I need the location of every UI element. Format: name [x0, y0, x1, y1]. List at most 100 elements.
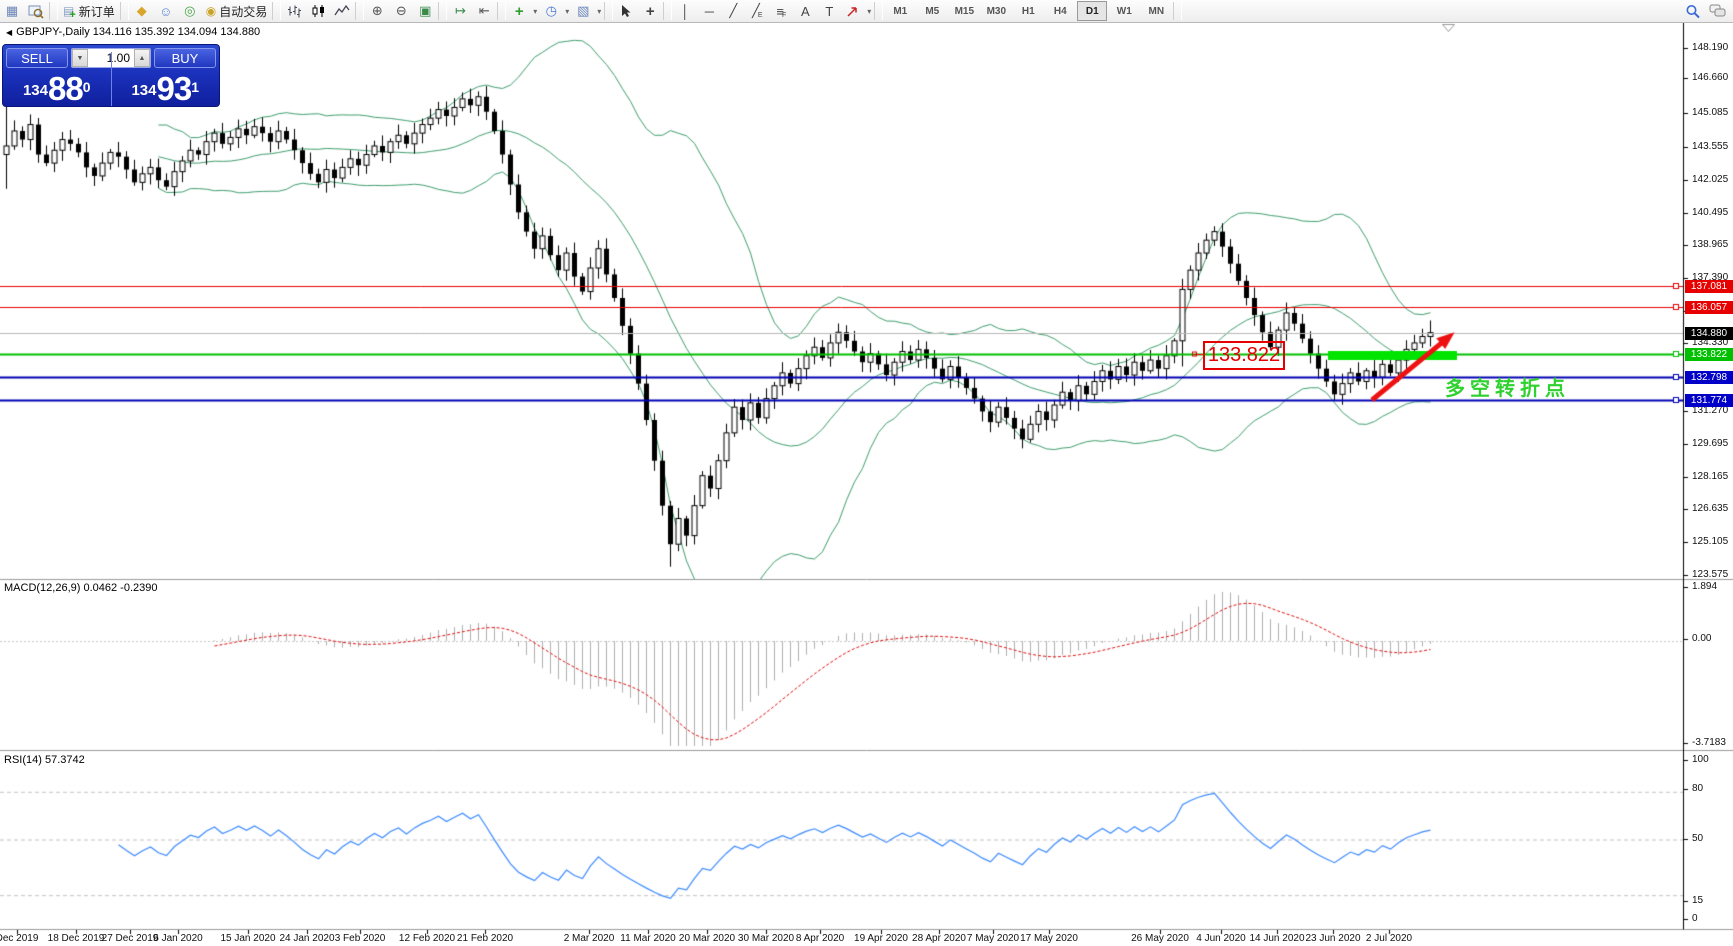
- line-chart-icon[interactable]: [330, 1, 354, 21]
- tile-windows-icon[interactable]: ▣: [413, 1, 437, 21]
- sell-price-pip: 0: [83, 70, 91, 104]
- fibonacci-icon[interactable]: ≡F: [769, 1, 793, 21]
- date-tick-label: 28 Apr 2020: [912, 933, 966, 944]
- crosshair-icon[interactable]: +: [638, 1, 662, 21]
- date-tick-label: 17 May 2020: [1020, 933, 1078, 944]
- chart-canvas[interactable]: [0, 0, 1733, 946]
- shapes-icon[interactable]: [841, 1, 865, 21]
- channel-icon[interactable]: ╱E: [745, 1, 769, 21]
- toolbar-separator: [1173, 2, 1182, 20]
- new-order-button[interactable]: ▤+新订单: [59, 1, 119, 21]
- toolbar-separator: [355, 2, 364, 20]
- period-icon[interactable]: ◷: [539, 1, 563, 21]
- text-label-icon[interactable]: T: [817, 1, 841, 21]
- sell-button[interactable]: SELL: [6, 48, 68, 68]
- buy-price-figure: 134: [131, 78, 156, 104]
- chart-title-text: GBPJPY-,Daily 134.116 135.392 134.094 13…: [16, 26, 260, 38]
- timeframe-m30-button[interactable]: M30: [981, 1, 1011, 21]
- buy-price-pip: 1: [191, 70, 199, 104]
- search-icon[interactable]: [1681, 1, 1705, 21]
- timeframe-h1-button[interactable]: H1: [1013, 1, 1043, 21]
- toolbar-separator: [663, 2, 672, 20]
- toolbar-separator: [120, 2, 129, 20]
- price-callout[interactable]: 133.822: [1203, 341, 1285, 370]
- shapes-dropdown-caret[interactable]: ▾: [865, 7, 873, 16]
- candlestick-chart-icon[interactable]: [306, 1, 330, 21]
- macd-label: MACD(12,26,9) 0.0462 -0.2390: [4, 582, 157, 594]
- date-tick-label: 30 Mar 2020: [738, 933, 794, 944]
- chart-window-icon[interactable]: ▦: [0, 1, 24, 21]
- vertical-line-icon[interactable]: │: [673, 1, 697, 21]
- rsi-label: RSI(14) 57.3742: [4, 754, 85, 766]
- date-tick-label: 18 Dec 2019: [48, 933, 105, 944]
- date-tick-label: 11 Mar 2020: [620, 933, 675, 944]
- add-indicator-dropdown-caret[interactable]: ▾: [531, 7, 539, 16]
- buy-button[interactable]: BUY: [154, 48, 216, 68]
- timeframe-m1-button[interactable]: M1: [885, 1, 915, 21]
- auto-scroll-icon[interactable]: ↦: [448, 1, 472, 21]
- text-icon[interactable]: A: [793, 1, 817, 21]
- volume-down-button[interactable]: ▼: [72, 49, 88, 67]
- trendline-icon[interactable]: ╱: [721, 1, 745, 21]
- mt4-window: ▦▤+新订单◆☺◎◉自动交易⊕⊖▣↦⇤+▾◷▾▧▾+│─╱╱E≡FAT▾M1M5…: [0, 0, 1733, 946]
- timeframe-d1-button[interactable]: D1: [1077, 1, 1107, 21]
- date-tick-label: Dec 2019: [0, 933, 38, 944]
- one-click-trade-panel: SELL ▼ ▲ BUY 134 88 0 134 93 1: [2, 44, 220, 107]
- timeframe-m5-button[interactable]: M5: [917, 1, 947, 21]
- metaeditor-icon[interactable]: ◆: [130, 1, 154, 21]
- volume-up-button[interactable]: ▲: [134, 49, 150, 67]
- chart-shift-icon[interactable]: ⇤: [472, 1, 496, 21]
- date-tick-label: 8 Apr 2020: [796, 933, 844, 944]
- template-icon[interactable]: ▧: [571, 1, 595, 21]
- timeframe-mn-button[interactable]: MN: [1141, 1, 1171, 21]
- chat-icon[interactable]: [1705, 1, 1729, 21]
- date-tick-label: 26 May 2020: [1131, 933, 1189, 944]
- toolbar-separator: [49, 2, 58, 20]
- date-tick-label: 14 Jun 2020: [1249, 933, 1304, 944]
- date-tick-label: 20 Mar 2020: [679, 933, 735, 944]
- sell-price-big: 88: [48, 74, 83, 104]
- new-order-label: 新订单: [79, 3, 115, 20]
- date-tick-label: 2 Mar 2020: [564, 933, 615, 944]
- chart-preview-icon[interactable]: [24, 1, 48, 21]
- date-tick-label: 24 Jan 2020: [279, 933, 334, 944]
- zoom-out-icon[interactable]: ⊖: [389, 1, 413, 21]
- date-tick-label: 6 Jan 2020: [153, 933, 203, 944]
- chart-title: ◀GBPJPY-,Daily 134.116 135.392 134.094 1…: [6, 26, 260, 38]
- annotation-text[interactable]: 多空转折点: [1445, 372, 1570, 401]
- date-tick-label: 12 Feb 2020: [399, 933, 455, 944]
- horizontal-line-icon[interactable]: ─: [697, 1, 721, 21]
- sell-price-figure: 134: [23, 78, 48, 104]
- date-tick-label: 27 Dec 2019: [102, 933, 159, 944]
- toolbar-separator: [604, 2, 613, 20]
- zoom-in-icon[interactable]: ⊕: [365, 1, 389, 21]
- add-indicator-icon[interactable]: +: [507, 1, 531, 21]
- plus-badge-icon: +: [69, 9, 75, 21]
- sell-price[interactable]: 134 88 0: [3, 70, 111, 106]
- date-tick-label: 15 Jan 2020: [220, 933, 275, 944]
- toolbar: ▦▤+新订单◆☺◎◉自动交易⊕⊖▣↦⇤+▾◷▾▧▾+│─╱╱E≡FAT▾M1M5…: [0, 0, 1733, 23]
- period-dropdown-caret[interactable]: ▾: [563, 7, 571, 16]
- cursor-icon[interactable]: [614, 1, 638, 21]
- toolbar-separator: [272, 2, 281, 20]
- date-tick-label: 2 Jul 2020: [1366, 933, 1412, 944]
- toolbar-separator: [497, 2, 506, 20]
- bar-chart-icon[interactable]: [282, 1, 306, 21]
- toolbar-separator: [874, 2, 883, 20]
- date-tick-label: 7 May 2020: [967, 933, 1019, 944]
- date-tick-label: 4 Jun 2020: [1196, 933, 1246, 944]
- buy-price-big: 93: [157, 74, 192, 104]
- signals-icon[interactable]: ◎: [178, 1, 202, 21]
- price-axis[interactable]: [1683, 22, 1733, 929]
- template-dropdown-caret[interactable]: ▾: [595, 7, 603, 16]
- timeframe-h4-button[interactable]: H4: [1045, 1, 1075, 21]
- timeframe-w1-button[interactable]: W1: [1109, 1, 1139, 21]
- community-icon[interactable]: ☺: [154, 1, 178, 21]
- autotrading-button[interactable]: ◉自动交易: [202, 1, 272, 21]
- buy-price[interactable]: 134 93 1: [112, 70, 220, 106]
- date-tick-label: 23 Jun 2020: [1305, 933, 1360, 944]
- autotrading-label: 自动交易: [219, 3, 267, 20]
- date-tick-label: 21 Feb 2020: [457, 933, 513, 944]
- timeframe-m15-button[interactable]: M15: [949, 1, 979, 21]
- toolbar-separator: [438, 2, 447, 20]
